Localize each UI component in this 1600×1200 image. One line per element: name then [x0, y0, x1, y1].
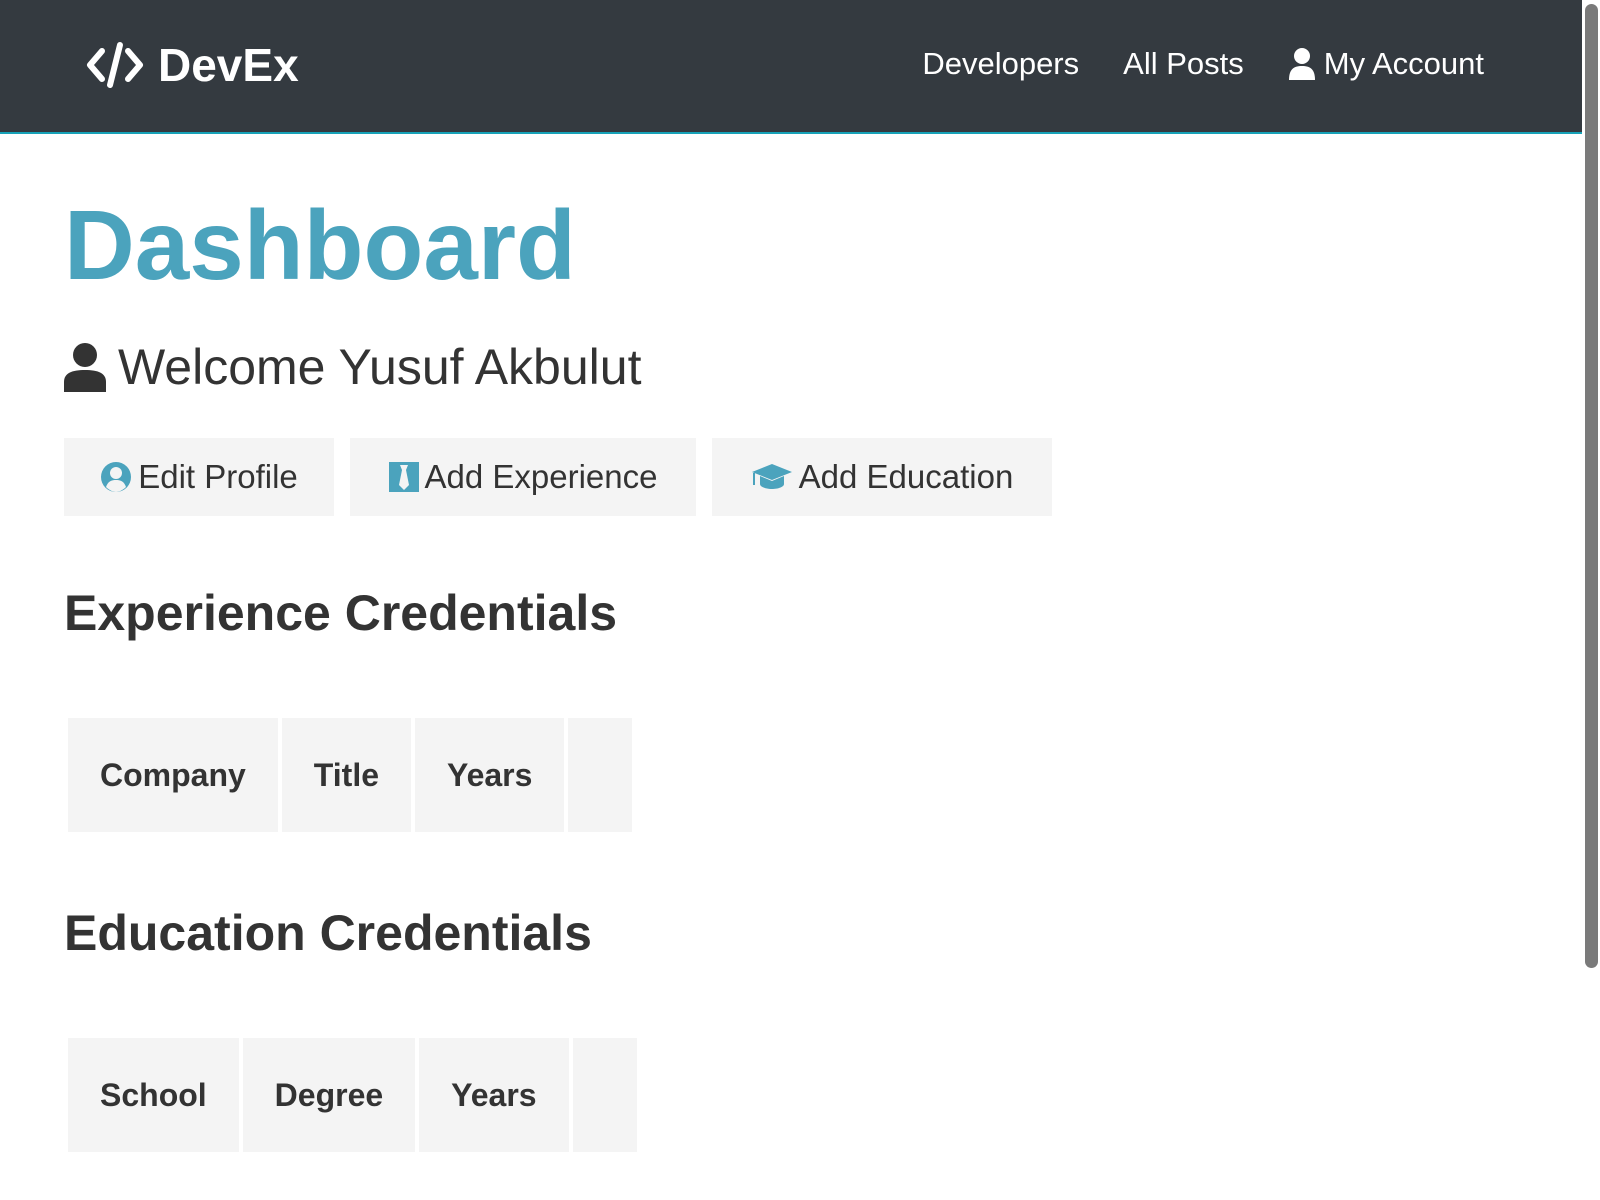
nav-link-developers[interactable]: Developers — [922, 46, 1079, 82]
nav-link-label: Developers — [922, 46, 1080, 81]
add-education-button[interactable]: Add Education — [712, 438, 1052, 516]
welcome-text: Welcome Yusuf Akbulut — [118, 339, 642, 395]
column-years: Years — [415, 718, 565, 832]
nav-link-label: My Account — [1323, 46, 1484, 81]
nav-link-label: All Posts — [1123, 46, 1244, 81]
column-company: Company — [68, 718, 278, 832]
brand-name: DevEx — [158, 39, 299, 91]
column-actions — [572, 1038, 637, 1152]
column-title: Title — [281, 718, 411, 832]
navbar: DevEx Developers All Posts My Account — [0, 0, 1582, 134]
nav-link-all-posts[interactable]: All Posts — [1123, 46, 1244, 82]
brand-link[interactable]: DevEx — [86, 38, 299, 92]
add-experience-label: Add Experience — [424, 458, 658, 495]
user-circle-icon — [101, 462, 132, 492]
column-school: School — [68, 1038, 239, 1152]
table-header-row: School Degree Years — [68, 1038, 637, 1152]
nav-links: Developers All Posts My Account — [922, 46, 1484, 82]
nav-link-my-account[interactable]: My Account — [1288, 46, 1484, 82]
black-tie-icon — [388, 462, 419, 492]
table-header-row: Company Title Years — [68, 718, 633, 832]
edit-profile-label: Edit Profile — [138, 458, 298, 495]
dashboard-actions: Edit Profile Add Experience Add Educatio… — [64, 438, 1052, 516]
code-icon — [87, 42, 143, 88]
page-title: Dashboard — [64, 190, 576, 300]
education-heading: Education Credentials — [64, 905, 592, 961]
education-table: School Degree Years — [64, 1034, 641, 1156]
graduation-cap-icon — [751, 464, 792, 489]
scrollbar[interactable] — [1582, 0, 1600, 1200]
column-actions — [568, 718, 633, 832]
column-years: Years — [419, 1038, 569, 1152]
welcome-message: Welcome Yusuf Akbulut — [64, 338, 641, 396]
experience-table: Company Title Years — [64, 714, 636, 836]
add-education-label: Add Education — [798, 458, 1014, 495]
add-experience-button[interactable]: Add Experience — [350, 438, 696, 516]
user-icon — [1288, 48, 1315, 80]
edit-profile-button[interactable]: Edit Profile — [64, 438, 334, 516]
experience-heading: Experience Credentials — [64, 585, 618, 641]
scrollbar-thumb[interactable] — [1585, 4, 1598, 968]
user-icon — [64, 343, 106, 392]
column-degree: Degree — [242, 1038, 416, 1152]
